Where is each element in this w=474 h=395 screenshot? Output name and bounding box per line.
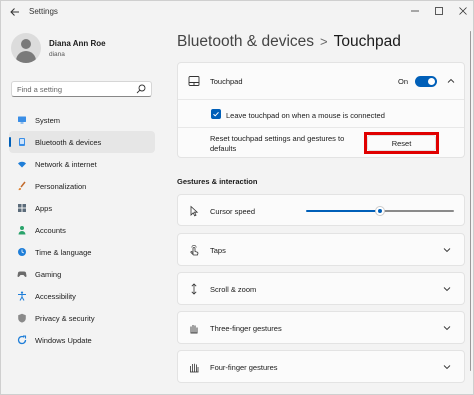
sidebar-item-system[interactable]: System	[9, 109, 155, 131]
profile-name: Diana Ann Roe	[49, 39, 106, 48]
slider-thumb[interactable]	[375, 206, 385, 216]
chevron-down-icon	[443, 287, 451, 292]
sidebar-item-accounts[interactable]: Accounts	[9, 219, 155, 241]
sidebar-item-bluetooth[interactable]: Bluetooth & devices	[9, 131, 155, 153]
tap-icon	[190, 244, 199, 256]
settings-window: Settings Diana Ann Roe diana Find a sett…	[0, 0, 474, 395]
search-input[interactable]: Find a setting	[11, 81, 152, 97]
minimize-icon	[411, 10, 419, 12]
chevron-down-icon	[443, 326, 451, 331]
sidebar-item-label: Time & language	[35, 247, 92, 257]
app-title: Settings	[29, 7, 58, 16]
sidebar-item-label: Gaming	[35, 269, 62, 279]
gesture-label: Four-finger gestures	[210, 363, 278, 372]
three-finger-icon	[190, 325, 198, 334]
sidebar-item-network[interactable]: Network & internet	[9, 153, 155, 175]
cursor-icon	[190, 205, 199, 217]
section-title: Gestures & interaction	[177, 177, 258, 186]
brush-icon	[18, 181, 26, 191]
chevron-up-icon[interactable]	[446, 76, 456, 86]
gesture-label: Three-finger gestures	[210, 324, 282, 333]
cursor-speed-card: Cursor speed	[177, 194, 465, 226]
back-button[interactable]	[7, 4, 23, 20]
sidebar-item-label: Personalization	[35, 181, 87, 191]
sidebar-item-label: Accounts	[35, 225, 66, 235]
sidebar-item-apps[interactable]: Apps	[9, 197, 155, 219]
accessibility-icon	[18, 291, 26, 301]
user-profile[interactable]: Diana Ann Roe diana	[11, 33, 151, 69]
sidebar-item-label: Network & internet	[35, 159, 97, 169]
scrollbar[interactable]	[469, 29, 472, 389]
toggle-state-label: On	[398, 77, 409, 86]
minimize-button[interactable]	[403, 1, 427, 21]
bluetooth-icon	[19, 138, 25, 146]
close-icon	[459, 7, 467, 15]
gesture-row-four-finger[interactable]: Four-finger gestures	[177, 350, 465, 383]
slider-fill	[306, 210, 380, 212]
profile-email: diana	[49, 51, 65, 58]
sidebar-item-label: Bluetooth & devices	[35, 137, 102, 147]
maximize-button[interactable]	[427, 1, 451, 21]
search-icon	[136, 84, 146, 94]
gesture-row-scroll-zoom[interactable]: Scroll & zoom	[177, 272, 465, 305]
chevron-down-icon	[443, 365, 451, 370]
monitor-icon	[18, 116, 26, 124]
reset-description: Reset touchpad settings and gestures to …	[210, 134, 345, 153]
sidebar-nav: System Bluetooth & devices Network & int…	[9, 109, 155, 351]
update-icon	[17, 335, 27, 345]
sidebar-item-gaming[interactable]: Gaming	[9, 263, 155, 285]
touchpad-icon	[188, 76, 200, 86]
cursor-speed-label: Cursor speed	[210, 207, 256, 216]
sidebar-item-label: System	[35, 115, 61, 125]
maximize-icon	[435, 7, 443, 15]
close-button[interactable]	[451, 1, 474, 21]
sidebar-item-personalization[interactable]: Personalization	[9, 175, 155, 197]
leave-touchpad-on-checkbox[interactable]	[211, 109, 221, 119]
touchpad-toggle[interactable]	[415, 76, 437, 87]
apps-icon	[18, 204, 26, 212]
scroll-icon	[191, 283, 197, 295]
sidebar-item-label: Windows Update	[35, 335, 92, 345]
sidebar-item-label: Apps	[35, 203, 53, 213]
gesture-row-three-finger[interactable]: Three-finger gestures	[177, 311, 465, 344]
sidebar-item-time-language[interactable]: Time & language	[9, 241, 155, 263]
touchpad-label: Touchpad	[210, 77, 243, 86]
window-controls	[403, 1, 474, 21]
title-bar: Settings	[1, 1, 474, 23]
avatar	[11, 33, 41, 63]
four-finger-icon	[190, 363, 199, 373]
controller-icon	[17, 271, 27, 277]
checkmark-icon	[213, 111, 219, 117]
sidebar-item-accessibility[interactable]: Accessibility	[9, 285, 155, 307]
sidebar-item-label: Privacy & security	[35, 313, 95, 323]
arrow-left-icon	[10, 8, 19, 16]
sidebar-item-windows-update[interactable]: Windows Update	[9, 329, 155, 351]
globe-clock-icon	[18, 248, 26, 256]
breadcrumb-parent[interactable]: Bluetooth & devices	[177, 33, 314, 50]
search-placeholder: Find a setting	[17, 85, 63, 94]
sidebar-item-privacy[interactable]: Privacy & security	[9, 307, 155, 329]
leave-touchpad-on-label: Leave touchpad on when a mouse is connec…	[226, 111, 385, 120]
chevron-down-icon	[443, 248, 451, 253]
page-title: Touchpad	[333, 33, 401, 50]
slider-track	[380, 210, 454, 212]
gesture-row-taps[interactable]: Taps	[177, 233, 465, 266]
reset-button[interactable]: Reset	[367, 135, 436, 151]
gesture-label: Taps	[210, 246, 226, 255]
wifi-icon	[18, 161, 26, 168]
shield-icon	[18, 313, 26, 323]
cursor-speed-slider[interactable]	[306, 205, 454, 217]
breadcrumb: Bluetooth & devices > Touchpad	[177, 33, 401, 51]
person-icon	[18, 226, 26, 235]
breadcrumb-separator: >	[320, 34, 328, 49]
sidebar-item-label: Accessibility	[35, 291, 76, 301]
gesture-label: Scroll & zoom	[210, 285, 257, 294]
